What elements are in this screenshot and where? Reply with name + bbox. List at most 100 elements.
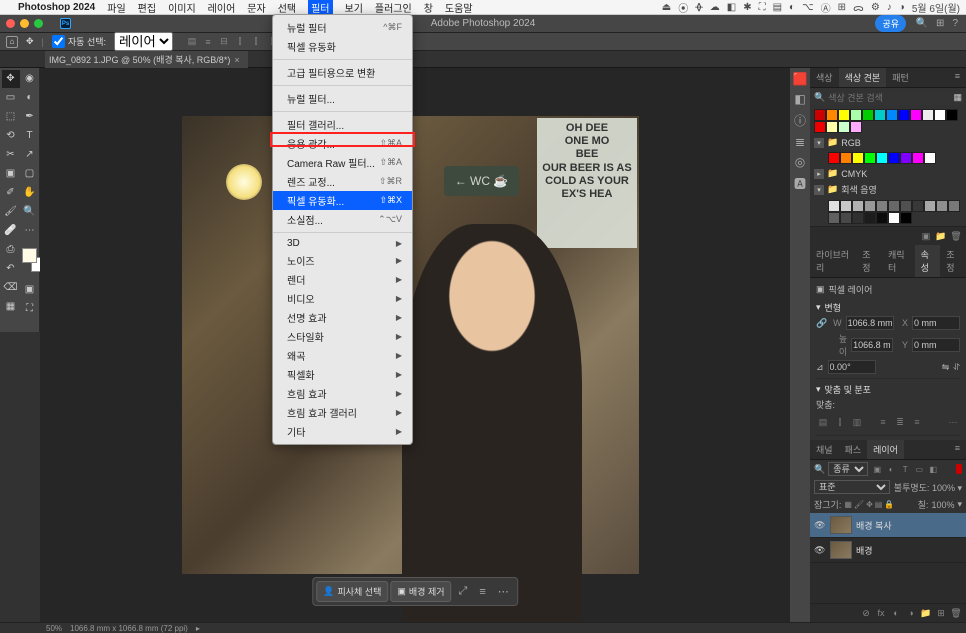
home-button[interactable]: Ps (60, 18, 71, 29)
search-icon[interactable]: 🔍 (916, 18, 928, 29)
path-tool[interactable]: ↗ (21, 146, 39, 164)
swatch[interactable] (874, 109, 886, 121)
swatch[interactable] (862, 109, 874, 121)
swatch[interactable] (910, 109, 922, 121)
workspace-icon[interactable]: ⊞ (936, 18, 944, 29)
history-brush[interactable]: ↶ (2, 260, 20, 278)
tab-char[interactable]: 캐릭터 (882, 245, 915, 277)
brush-tool[interactable]: 🖌 (2, 203, 20, 221)
menu-file[interactable]: 파일 (107, 0, 125, 15)
swatch[interactable] (876, 152, 888, 164)
blur-tool[interactable]: ◉ (21, 70, 39, 88)
dock-icon[interactable]: ≣ (795, 135, 805, 149)
swatch-group-cmyk[interactable]: ▸📁CMYK (810, 166, 966, 181)
trash-icon[interactable]: 🗑 (950, 607, 962, 619)
link-wh-icon[interactable]: 🔗 (816, 318, 827, 329)
menu-select[interactable]: 선택 (278, 0, 296, 15)
swatch[interactable] (900, 200, 912, 212)
swatch[interactable] (888, 200, 900, 212)
angle-input[interactable] (828, 360, 876, 374)
menu-help[interactable]: 도움말 (445, 0, 473, 15)
swatch[interactable] (840, 212, 852, 224)
healing-tool[interactable]: 🩹 (2, 222, 20, 240)
menu-layer[interactable]: 레이어 (208, 0, 236, 15)
filter-shape-icon[interactable]: ▭ (913, 463, 925, 475)
ctx-transform-icon[interactable]: ⤢ (454, 582, 473, 601)
visibility-icon[interactable]: 👁 (814, 545, 826, 556)
menu-view[interactable]: 보기 (345, 0, 363, 15)
swatch[interactable] (900, 212, 912, 224)
dock-icon[interactable]: 🟥 (793, 72, 808, 86)
swatch[interactable] (864, 212, 876, 224)
height-input[interactable] (851, 338, 893, 352)
tab-color[interactable]: 색상 (810, 68, 839, 87)
menu-item[interactable]: 기타▶ (273, 422, 412, 441)
swatch[interactable] (852, 152, 864, 164)
status-icon[interactable]: ◧ (727, 2, 736, 13)
ctx-props-icon[interactable]: ≡ (474, 583, 490, 601)
maximize-button[interactable] (34, 19, 43, 28)
tab-adjust2[interactable]: 조정 (940, 245, 966, 277)
swatch[interactable] (814, 121, 826, 133)
menu-item[interactable]: 소실점...⌃⌥V (273, 210, 412, 229)
swatch[interactable] (912, 200, 924, 212)
dock-icon[interactable]: ⓘ (794, 112, 806, 129)
move-tool[interactable]: ✥ (2, 70, 20, 88)
swatch[interactable] (828, 152, 840, 164)
menu-item[interactable]: 필터 갤러리... (273, 115, 412, 134)
menu-item[interactable]: 렌더▶ (273, 270, 412, 289)
filter-kind-select[interactable]: 종류 (828, 462, 868, 476)
menu-image[interactable]: 이미지 (168, 0, 196, 15)
new-folder-icon[interactable]: 📁 (935, 230, 947, 242)
status-icon[interactable]: ⛶ (759, 2, 766, 13)
swatch[interactable] (876, 212, 888, 224)
fx-icon[interactable]: fx (875, 607, 887, 619)
tab-properties[interactable]: 속성 (915, 245, 941, 277)
menu-item[interactable]: 렌즈 교정...⇧⌘R (273, 172, 412, 191)
status-icon[interactable]: ⦿ (678, 0, 688, 15)
swatch[interactable] (924, 152, 936, 164)
align-icon[interactable]: ≡ (201, 35, 215, 49)
filter-adjust-icon[interactable]: ◐ (885, 463, 897, 475)
status-icon[interactable]: ▤ (773, 2, 782, 13)
home-icon[interactable]: ⌂ (6, 36, 18, 48)
menu-edit[interactable]: 편집 (138, 0, 156, 15)
help-icon[interactable]: ? (952, 18, 958, 29)
status-icon[interactable]: ⊞ (838, 2, 846, 13)
lasso-tool[interactable]: ⟲ (2, 127, 20, 145)
menu-item[interactable]: 흐림 효과 갤러리▶ (273, 403, 412, 422)
menu-item[interactable]: 픽셀 유동화...⇧⌘X (273, 191, 412, 210)
menu-item[interactable]: 픽셀화▶ (273, 365, 412, 384)
frame-tool[interactable]: ▣ (2, 165, 20, 183)
new-swatch-icon[interactable]: ▣ (920, 230, 932, 242)
menu-item[interactable]: 스타일화▶ (273, 327, 412, 346)
type-tool[interactable]: T (21, 127, 39, 145)
tab-layers[interactable]: 레이어 (867, 440, 904, 459)
close-button[interactable] (6, 19, 15, 28)
swatch[interactable] (864, 152, 876, 164)
swatch[interactable] (900, 152, 912, 164)
visibility-icon[interactable]: 👁 (814, 520, 826, 531)
swatch[interactable] (946, 109, 958, 121)
align-bottom-icon[interactable]: ≡ (910, 415, 924, 429)
menu-item[interactable]: 고급 필터용으로 변환 (273, 63, 412, 82)
swatch[interactable] (840, 152, 852, 164)
lock-all-icon[interactable]: 🔒 (884, 500, 894, 509)
align-vcenter-icon[interactable]: ≣ (893, 415, 907, 429)
swatch[interactable] (850, 121, 862, 133)
swatch[interactable] (912, 152, 924, 164)
close-tab-icon[interactable]: × (230, 55, 239, 65)
swatch[interactable] (948, 200, 960, 212)
canvas[interactable]: ← WC ☕ OH DEE ONE MO BEE OUR BEER IS AS … (40, 68, 790, 622)
align-right-icon[interactable]: ▥ (850, 415, 864, 429)
align-icon[interactable]: ⫿ (249, 35, 263, 49)
shape-tool[interactable]: ▢ (21, 165, 39, 183)
artboard-tool[interactable]: ▭ (2, 89, 20, 107)
tab-libraries[interactable]: 라이브러리 (810, 245, 856, 277)
swatch[interactable] (864, 200, 876, 212)
tab-patterns[interactable]: 패턴 (886, 68, 915, 87)
zoom-level[interactable]: 50% (46, 624, 62, 633)
swatch[interactable] (826, 109, 838, 121)
menu-item[interactable]: 뉴럴 필터^⌘F (273, 18, 412, 37)
align-icon[interactable]: ⫿ (233, 35, 247, 49)
